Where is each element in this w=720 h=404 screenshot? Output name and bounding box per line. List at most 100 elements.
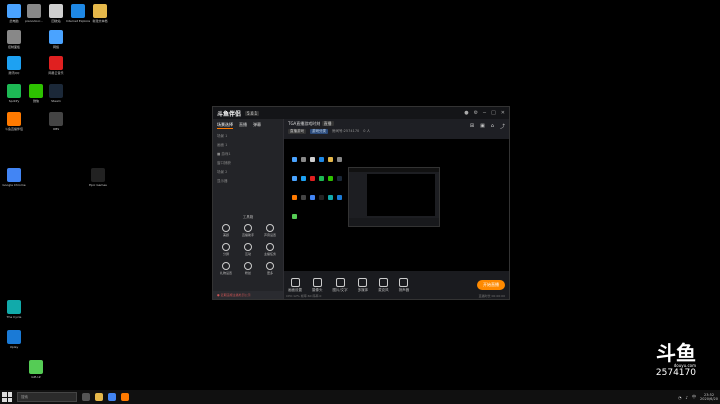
close-icon[interactable]: ✕ [501, 110, 505, 116]
task-view-icon[interactable] [82, 393, 90, 401]
desktop-icon[interactable]: 控制面板 [2, 30, 26, 49]
clock[interactable]: 23:52 2020/6/20 [700, 393, 718, 401]
notice-bar[interactable]: ● 近期违规主播处罚公示 [213, 291, 283, 299]
desktop-icon[interactable]: 斗鱼直播伴侣 [2, 112, 26, 131]
microphone-button[interactable]: 麦克风 [378, 277, 389, 293]
start-button[interactable] [2, 392, 12, 402]
douyu-icon[interactable] [121, 393, 129, 401]
avatar[interactable]: ● [464, 110, 468, 116]
scene-item[interactable]: ■ 游戏1 [213, 150, 283, 159]
app-icon [93, 4, 107, 18]
app-logo: 斗鱼伴侣 [217, 110, 242, 118]
button-label: 扬声器 [398, 287, 410, 292]
watermark-room-number: 2574170 [655, 368, 696, 378]
scene-item[interactable]: 窗口捕获 [213, 159, 283, 168]
desktop-icon[interactable]: 腾讯QQ [2, 56, 26, 75]
desktop-icon-label: 新建文本档 [92, 19, 108, 23]
tab-danmaku[interactable]: 弹幕 [253, 122, 261, 129]
app-title-bar[interactable]: 斗鱼伴侣 5.0.1 ● ⚙ ─ □ ✕ [213, 107, 509, 119]
desktop-icon-label: 网络 [52, 45, 59, 49]
tool-split[interactable]: 分屏 [215, 243, 237, 256]
file-explorer-icon[interactable] [95, 393, 103, 401]
desktop-icon[interactable]: Uplay [2, 330, 26, 349]
nested-desktop-icon [292, 176, 297, 181]
desktop-icon[interactable]: 网络 [44, 30, 68, 49]
button-label: 多媒体 [357, 287, 369, 292]
desktop-icon-label: 斗鱼直播伴侣 [4, 127, 23, 131]
desktop-icon[interactable]: Google Chrome [2, 168, 26, 187]
taskbar: 搜索 ◔ ♪ 中 23:52 2020/6/20 [0, 390, 720, 404]
version-badge: 5.0.1 [245, 110, 260, 116]
tool-more[interactable]: 更多 [259, 262, 281, 275]
start-live-button[interactable]: 开始直播 [477, 280, 505, 290]
status-left: CPU:12% 帧率:60 码率:0 [286, 294, 322, 298]
desktop-icon[interactable]: The Cycle [2, 300, 26, 319]
chrome-icon[interactable] [108, 393, 116, 401]
search-box[interactable]: 搜索 [17, 392, 77, 402]
home-icon[interactable]: ⌂ [491, 123, 494, 130]
desktop-icon[interactable]: Internet Explorer [66, 4, 90, 23]
scene-item[interactable]: 显示器 [213, 177, 283, 186]
more-icon [266, 262, 274, 270]
tool-tasks[interactable]: 主播任务 [259, 243, 281, 256]
tool-assistant[interactable]: 直播助手 [237, 224, 259, 237]
app-icon [71, 4, 85, 18]
desktop-icon-label: Google Chrome [2, 183, 26, 187]
desktop-icon-label: 控制面板 [7, 45, 20, 49]
image-text-button[interactable]: 图片/文字 [333, 277, 348, 293]
desktop-icon[interactable]: GPU-Z [24, 360, 48, 379]
room-title[interactable]: TGA直播游戏时刻 [288, 121, 320, 126]
desktop-icon[interactable]: 回收站 [44, 4, 68, 23]
viewer-count: 0 人 [363, 129, 371, 133]
minimize-icon[interactable]: ─ [483, 110, 486, 116]
desktop-icon[interactable]: Steam [44, 84, 68, 103]
speaker-button[interactable]: 扬声器 [398, 277, 410, 293]
settings-icon[interactable]: ⚙ [474, 110, 478, 116]
toolbox-title: 工具箱 [242, 215, 254, 219]
tool-audio[interactable]: 声音设置 [259, 224, 281, 237]
app-icon [7, 4, 21, 18]
stream-preview[interactable] [284, 139, 509, 279]
volume-icon[interactable]: ♪ [685, 395, 688, 400]
nested-desktop [290, 149, 350, 269]
desktop-icon[interactable]: 新建文本档 [88, 4, 112, 23]
maximize-icon[interactable]: □ [491, 110, 496, 116]
nested-desktop-icon [310, 157, 315, 162]
tool-beauty[interactable]: 美颜 [215, 224, 237, 237]
tool-gifts[interactable]: 礼物设置 [215, 262, 237, 275]
desktop-icon[interactable]: pianodoor... [22, 4, 46, 23]
app-icon [91, 168, 105, 182]
scene-item[interactable]: 场景 2 [213, 168, 283, 177]
tab-scenes[interactable]: 场景选择 [217, 122, 233, 129]
tab-live[interactable]: 直播 [239, 122, 247, 129]
scene-item[interactable]: 场景 1 [213, 132, 283, 141]
desktop-icon-label: Spotify [8, 99, 20, 103]
nested-desktop-icon [319, 157, 324, 162]
screen-settings-button[interactable]: 画面设置 [288, 277, 302, 293]
desktop-icon[interactable]: 网易云音乐 [44, 56, 68, 75]
button-label: 画面设置 [288, 287, 302, 292]
share-icon[interactable]: ⤴ [500, 123, 505, 130]
desktop-icon[interactable]: Epic Games [86, 168, 110, 187]
microphone-icon [378, 277, 388, 287]
scene-item[interactable]: 画面 1 [213, 141, 283, 150]
network-icon[interactable]: ◔ [678, 395, 682, 400]
nested-desktop-icon [328, 157, 333, 162]
nested-desktop-icon [328, 195, 333, 200]
tool-label: 粉丝 [244, 271, 251, 275]
record-icon[interactable]: ⊞ [470, 123, 474, 130]
room-meta-category[interactable]: 直播游戏 [288, 129, 306, 134]
layout-icon[interactable]: ▣ [480, 123, 485, 130]
desktop-icon[interactable]: Spotify [2, 84, 26, 103]
media-button[interactable]: 多媒体 [357, 277, 369, 293]
tool-fans[interactable]: 粉丝 [237, 262, 259, 275]
room-meta-type[interactable]: 游戏分类 [310, 129, 328, 134]
tool-interact[interactable]: 互动 [237, 243, 259, 256]
audio-icon [266, 224, 274, 232]
camera-button[interactable]: 摄像头 [312, 277, 323, 293]
nested-desktop-icon [301, 195, 306, 200]
language-indicator[interactable]: 中 [692, 394, 696, 400]
tool-label: 互动 [244, 252, 251, 256]
desktop-icon[interactable]: OBS [44, 112, 68, 131]
app-icon [7, 168, 21, 182]
